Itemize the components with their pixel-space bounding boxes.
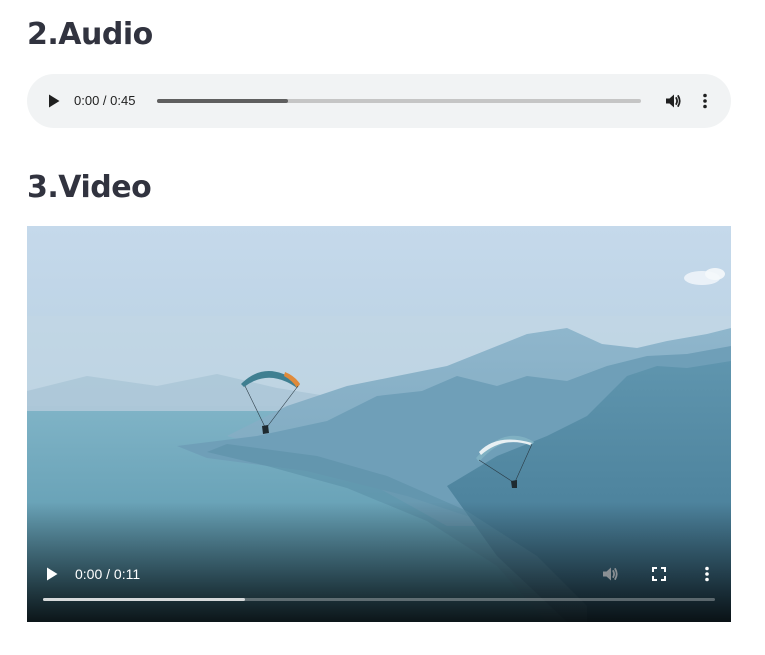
page: 2.Audio 0:00 / 0:45 3.Video 0:00 / 0:11 (0, 0, 765, 655)
audio-section-heading: 2.Audio (27, 17, 153, 52)
video-player[interactable]: 0:00 / 0:11 (27, 226, 731, 622)
video-progress-bar[interactable] (43, 598, 715, 601)
volume-icon[interactable] (664, 92, 682, 110)
play-icon[interactable] (46, 93, 62, 109)
play-icon[interactable] (44, 566, 60, 582)
video-frame (27, 226, 731, 622)
audio-player[interactable]: 0:00 / 0:45 (27, 74, 731, 128)
more-options-icon[interactable] (700, 565, 714, 583)
video-section-heading: 3.Video (27, 170, 152, 205)
fullscreen-icon[interactable] (651, 566, 667, 582)
audio-time-display: 0:00 / 0:45 (74, 93, 136, 108)
audio-buffered-range (157, 99, 288, 103)
more-options-icon[interactable] (698, 92, 712, 110)
volume-icon[interactable] (601, 565, 619, 583)
video-buffered-range (43, 598, 245, 601)
audio-progress-bar[interactable] (157, 99, 641, 103)
video-time-display: 0:00 / 0:11 (75, 566, 141, 582)
